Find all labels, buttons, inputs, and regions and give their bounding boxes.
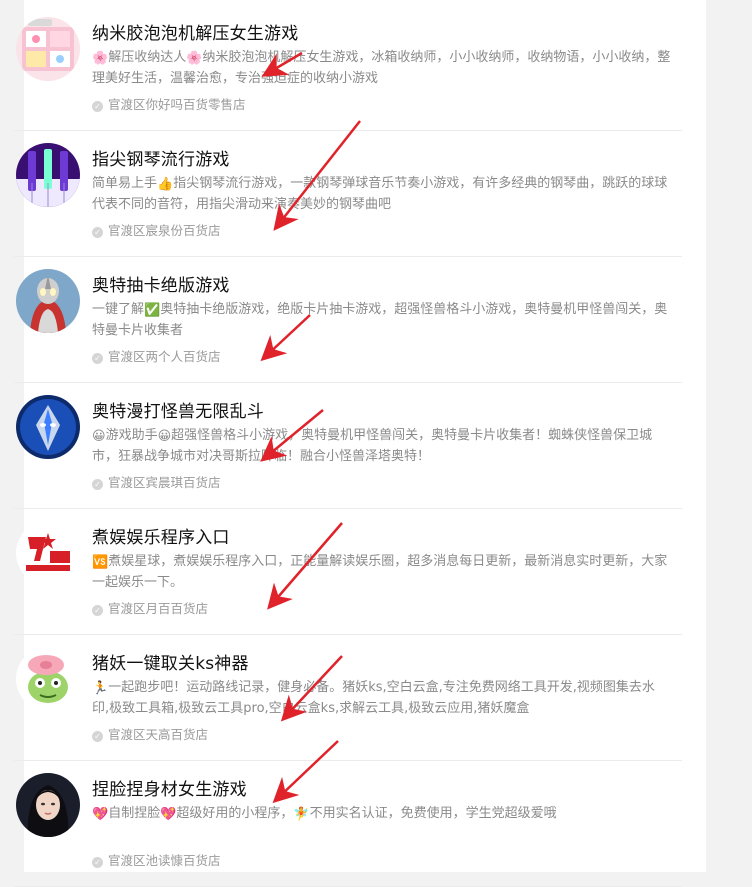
shop-line: ✓ 官渡区两个人百货店 [92, 346, 221, 365]
list-item[interactable]: 奥特漫打怪兽无限乱斗 😀游戏助手😀超强怪兽格斗小游戏，奥特曼机甲怪兽闯关，奥特曼卡… [14, 378, 682, 504]
item-description: 一键了解✅奥特抽卡绝版游戏，绝版卡片抽卡游戏，超强怪兽格斗小游戏，奥特曼机甲怪兽… [92, 299, 672, 341]
verified-check-icon: ✓ [92, 353, 103, 364]
emoji-icon: 🌸 [92, 51, 109, 66]
shop-name: 官渡区两个人百货店 [108, 349, 221, 364]
item-title[interactable]: 纳米胶泡泡机解压女生游戏 [92, 19, 298, 44]
shop-name: 官渡区天高百货店 [108, 727, 209, 742]
item-title[interactable]: 捏脸捏身材女生游戏 [92, 775, 247, 800]
description-text: 指尖钢琴流行游戏，一款钢琴弹球音乐节奏小游戏，有许多经典的钢琴曲，跳跃的球球代表… [92, 176, 668, 212]
item-title[interactable]: 奥特抽卡绝版游戏 [92, 271, 230, 296]
description-text: 解压收纳达人 [108, 50, 187, 65]
item-title[interactable]: 煮娱娱乐程序入口 [92, 523, 230, 548]
verified-check-icon: ✓ [92, 605, 103, 616]
shop-name: 官渡区池读慷百货店 [108, 853, 221, 868]
item-title[interactable]: 奥特漫打怪兽无限乱斗 [92, 397, 264, 422]
list-item[interactable]: 捏脸捏身材女生游戏 💖自制捏脸💖超级好用的小程序，🧚不用实名认证，免费使用，学生党… [14, 756, 682, 882]
list-item[interactable]: 指尖钢琴流行游戏简单易上手👍指尖钢琴流行游戏，一款钢琴弹球音乐节奏小游戏，有许多… [14, 126, 682, 252]
description-text: 自制捏脸 [108, 806, 161, 821]
emoji-icon: 😀 [157, 429, 172, 444]
description-text: 不用实名认证，免费使用，学生党超级爱哦 [309, 806, 557, 821]
description-text: 一起跑步吧！运动路线记录，健身必备。猪妖ks,空白云盒,专注免费网络工具开发,视… [92, 680, 655, 716]
list-item[interactable]: 奥特抽卡绝版游戏一键了解✅奥特抽卡绝版游戏，绝版卡片抽卡游戏，超强怪兽格斗小游戏… [14, 252, 682, 378]
description-text: 一键了解 [92, 302, 145, 317]
shop-name: 官渡区宸泉份百货店 [108, 223, 221, 238]
description-text: 超级好用的小程序， [176, 806, 294, 821]
shop-line: ✓ 官渡区池读慷百货店 [92, 850, 221, 869]
shop-line: ✓ 官渡区月百百货店 [92, 598, 208, 617]
shop-name: 官渡区宾晨琪百货店 [108, 475, 221, 490]
shop-name: 官渡区你好吗百货零售店 [108, 97, 246, 112]
item-description: 简单易上手👍指尖钢琴流行游戏，一款钢琴弹球音乐节奏小游戏，有许多经典的钢琴曲，跳… [92, 173, 672, 215]
description-text: 煮娱星球，煮娱娱乐程序入口，正能量解读娱乐圈，超多消息每日更新，最新消息实时更新… [92, 554, 668, 590]
list-item[interactable]: 煮娱娱乐程序入口 🆚煮娱星球，煮娱娱乐程序入口，正能量解读娱乐圈，超多消息每日更新… [14, 504, 682, 630]
description-text: 超强怪兽格斗小游戏，奥特曼机甲怪兽闯关，奥特曼卡片收集者！蜘蛛侠怪兽保卫城市，狂… [92, 428, 653, 464]
verified-check-icon: ✓ [92, 227, 103, 238]
emoji-icon: 😀 [92, 429, 106, 444]
storage-game-avatar [16, 17, 80, 81]
emoji-icon: 🌸 [186, 51, 203, 66]
description-text: 奥特抽卡绝版游戏，绝版卡片抽卡游戏，超强怪兽格斗小游戏，奥特曼机甲怪兽闯关，奥特… [92, 302, 668, 338]
emoji-icon: 🏃 [92, 681, 109, 696]
emoji-icon: 👍 [157, 177, 174, 192]
item-description: 🏃一起跑步吧！运动路线记录，健身必备。猪妖ks,空白云盒,专注免费网络工具开发,… [92, 677, 672, 719]
emoji-icon: 🆚 [92, 555, 109, 570]
emoji-icon: 💖 [92, 807, 109, 822]
verified-check-icon: ✓ [92, 479, 103, 490]
item-description: 💖自制捏脸💖超级好用的小程序，🧚不用实名认证，免费使用，学生党超级爱哦 [92, 803, 672, 824]
shop-name: 官渡区月百百货店 [108, 601, 209, 616]
item-title[interactable]: 猪妖一键取关ks神器 [92, 649, 249, 674]
verified-check-icon: ✓ [92, 731, 103, 742]
item-description: 😀游戏助手😀超强怪兽格斗小游戏，奥特曼机甲怪兽闯关，奥特曼卡片收集者！蜘蛛侠怪兽… [92, 425, 672, 467]
item-title[interactable]: 指尖钢琴流行游戏 [92, 145, 230, 170]
list-item[interactable]: 猪妖一键取关ks神器 🏃一起跑步吧！运动路线记录，健身必备。猪妖ks,空白云盒,专… [14, 630, 682, 756]
hero-avatar [16, 395, 80, 459]
description-text: 游戏助手 [105, 428, 158, 443]
description-text: 简单易上手 [92, 176, 158, 191]
piano-game-avatar [16, 143, 80, 207]
emoji-icon: ✅ [144, 303, 161, 318]
shop-line: ✓ 官渡区宾晨琪百货店 [92, 472, 221, 491]
girl-portrait-avatar [16, 773, 80, 837]
verified-check-icon: ✓ [92, 101, 103, 112]
power-star-logo [16, 521, 80, 585]
emoji-icon: 🧚 [293, 807, 310, 822]
shop-line: ✓ 官渡区你好吗百货零售店 [92, 94, 246, 113]
item-description: 🆚煮娱星球，煮娱娱乐程序入口，正能量解读娱乐圈，超多消息每日更新，最新消息实时更… [92, 551, 672, 593]
list-item[interactable]: 纳米胶泡泡机解压女生游戏 🌸解压收纳达人🌸纳米胶泡泡机解压女生游戏，冰箱收纳师，小… [14, 0, 682, 126]
pig-monster-avatar [16, 647, 80, 711]
verified-check-icon: ✓ [92, 857, 103, 868]
ultraman-avatar [16, 269, 80, 333]
shop-line: ✓ 官渡区天高百货店 [92, 724, 208, 743]
item-description: 🌸解压收纳达人🌸纳米胶泡泡机解压女生游戏，冰箱收纳师，小小收纳师，收纳物语，小小… [92, 47, 672, 89]
shop-line: ✓ 官渡区宸泉份百货店 [92, 220, 221, 239]
emoji-icon: 💖 [160, 807, 177, 822]
